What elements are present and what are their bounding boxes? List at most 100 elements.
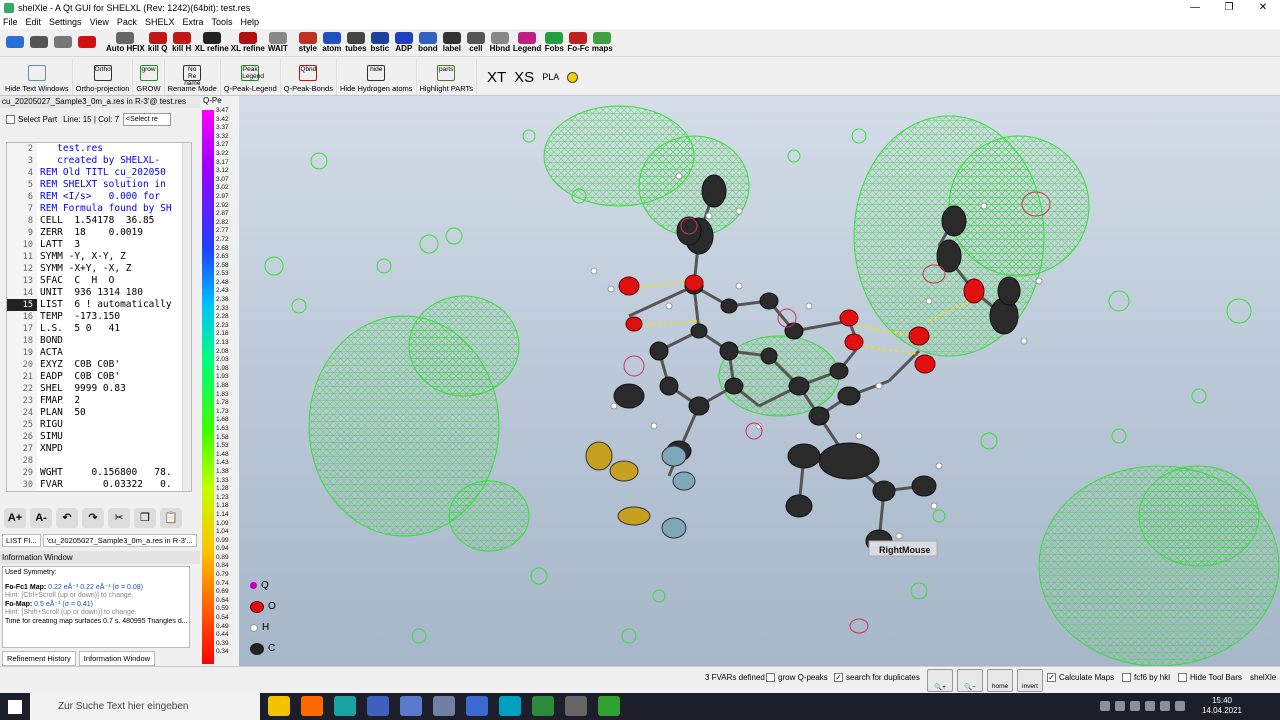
editor-line[interactable]: 9 ZERR 18 0.0019 xyxy=(7,227,191,239)
grow-qpeaks-toggle[interactable]: grow Q-peaks xyxy=(766,673,828,682)
font-increase-button[interactable]: A+ xyxy=(4,508,26,528)
tab-list-file[interactable]: LIST FI... xyxy=(2,534,41,547)
editor-scrollbar[interactable] xyxy=(182,143,191,491)
wait-button[interactable]: WAIT xyxy=(267,31,289,55)
hide-toolbars-toggle[interactable]: Hide Tool Bars xyxy=(1178,673,1242,682)
editor-line[interactable]: 22 SHEL 9999 0.83 xyxy=(7,383,191,395)
editor-line[interactable]: 25 RIGU xyxy=(7,419,191,431)
hide-text-button[interactable]: Hide Text Windows xyxy=(2,59,73,95)
menu-file[interactable]: File xyxy=(3,17,18,27)
app-icon-11[interactable] xyxy=(598,696,620,716)
hbond-button[interactable]: Hbnd xyxy=(489,31,511,55)
cell-button[interactable]: cell xyxy=(465,31,487,55)
editor-line[interactable]: 7 REM Formula found by SH xyxy=(7,203,191,215)
calculate-maps-toggle[interactable]: ✓ Calculate Maps xyxy=(1047,673,1114,682)
menu-help[interactable]: Help xyxy=(240,17,259,27)
taskbar-clock[interactable]: 15:40 14.04.2021 xyxy=(1202,696,1242,716)
fo-fc-button[interactable]: Fo-Fc xyxy=(567,31,589,55)
app-icon-3[interactable] xyxy=(334,696,356,716)
fobs-button[interactable]: Fobs xyxy=(543,31,565,55)
molecule-canvas[interactable]: RightMouse xyxy=(239,96,1280,666)
ortho-button[interactable]: Ortho Ortho-projection xyxy=(73,59,134,95)
copy-icon[interactable]: ❐ xyxy=(134,508,156,528)
maps-button[interactable]: maps xyxy=(591,31,613,55)
windows-start-icon[interactable] xyxy=(8,700,22,714)
label-button[interactable]: label xyxy=(441,31,463,55)
legend-button[interactable]: Legend xyxy=(513,31,541,55)
shelxle-taskbar-icon[interactable] xyxy=(400,696,422,716)
editor-line[interactable]: 29 WGHT 0.156800 78. xyxy=(7,467,191,479)
select-residue-dropdown[interactable]: <Select re xyxy=(123,112,172,126)
editor-line[interactable]: 2 test.res xyxy=(7,143,191,155)
editor-line[interactable]: 30 FVAR 0.03322 0. xyxy=(7,479,191,491)
invert-button[interactable]: invert xyxy=(1017,669,1043,692)
redo-icon[interactable]: ↷ xyxy=(82,508,104,528)
zoom-out-button[interactable]: 🔍− xyxy=(957,669,983,692)
fcf6-by-hkl-toggle[interactable]: fcf6 by hkl xyxy=(1122,673,1170,682)
firefox-icon[interactable] xyxy=(301,696,323,716)
menu-pack[interactable]: Pack xyxy=(117,17,137,27)
save-as-button[interactable] xyxy=(52,31,74,55)
editor-line[interactable]: 8 CELL 1.54178 36.85 xyxy=(7,215,191,227)
tab-res-file[interactable]: 'cu_20205027_Sample3_0m_a.res in R-3'... xyxy=(42,534,197,547)
kill-h-button[interactable]: kill H xyxy=(171,31,193,55)
editor-line[interactable]: 15 LIST 6 ! automatically xyxy=(7,299,191,311)
kill-q-button[interactable]: kill Q xyxy=(147,31,169,55)
maximize-button[interactable]: ❐ xyxy=(1212,0,1246,15)
q-peak-legend-button[interactable]: Peak Legend Q-Peak-Legend xyxy=(221,59,281,95)
xt-button[interactable]: XT xyxy=(487,69,506,86)
app-icon-7[interactable] xyxy=(466,696,488,716)
app-icon-9[interactable] xyxy=(532,696,554,716)
home-button[interactable]: home xyxy=(987,669,1013,692)
editor-line[interactable]: 3 created by SHELXL- xyxy=(7,155,191,167)
font-decrease-button[interactable]: A- xyxy=(30,508,52,528)
zoom-in-button[interactable]: 🔍+ xyxy=(927,669,953,692)
editor-line[interactable]: 28 xyxy=(7,455,191,467)
app-icon-10[interactable] xyxy=(565,696,587,716)
editor-line[interactable]: 24 PLAN 50 xyxy=(7,407,191,419)
auto-hfix-button[interactable]: Auto HFIX xyxy=(106,31,145,55)
paste-icon[interactable]: 📋 xyxy=(160,508,182,528)
editor-line[interactable]: 16 TEMP -173.150 xyxy=(7,311,191,323)
cut-icon[interactable]: ✂ xyxy=(108,508,130,528)
editor-line[interactable]: 12 SYMM -X+Y, -X, Z xyxy=(7,263,191,275)
tab-information-window[interactable]: Information Window xyxy=(78,651,156,666)
tubes-button[interactable]: tubes xyxy=(345,31,367,55)
editor-line[interactable]: 13 SFAC C H O xyxy=(7,275,191,287)
tab-refinement-history[interactable]: Refinement History xyxy=(2,651,76,666)
editor-line[interactable]: 17 L.S. 5 0 41 xyxy=(7,323,191,335)
file-explorer-icon[interactable] xyxy=(268,696,290,716)
res-file-editor[interactable]: 2 test.res 3 created by SHELXL- 4 REM Old T… xyxy=(6,142,192,492)
taskbar-search-input[interactable]: Zur Suche Text hier eingeben xyxy=(30,693,260,720)
lock-icon[interactable] xyxy=(567,71,579,83)
xl-refine-button[interactable]: XL refine xyxy=(195,31,229,55)
app-icon-4[interactable] xyxy=(367,696,389,716)
disordered-atoms[interactable] xyxy=(585,441,696,539)
menu-tools[interactable]: Tools xyxy=(211,17,232,27)
xl-refine-stop-button[interactable]: XL refine xyxy=(231,31,265,55)
parts-button[interactable]: parts Highlight PARTs xyxy=(417,59,477,95)
app-icon-8[interactable] xyxy=(499,696,521,716)
molecule-3d-view[interactable]: RightMouse xyxy=(239,96,1280,666)
hide-hydrogen-button[interactable]: hide Hide Hydrogen atoms xyxy=(337,59,417,95)
style-button[interactable]: style xyxy=(297,31,319,55)
menu-extra[interactable]: Extra xyxy=(182,17,203,27)
save-button[interactable] xyxy=(28,31,50,55)
menu-shelx[interactable]: SHELX xyxy=(145,17,175,27)
stop-button[interactable] xyxy=(76,31,98,55)
search-duplicates-toggle[interactable]: ✓ search for duplicates xyxy=(834,673,920,682)
editor-line[interactable]: 14 UNIT 936 1314 180 xyxy=(7,287,191,299)
undo-icon[interactable]: ↶ xyxy=(56,508,78,528)
editor-line[interactable]: 26 SIMU xyxy=(7,431,191,443)
adp-button[interactable]: ADP xyxy=(393,31,415,55)
menu-edit[interactable]: Edit xyxy=(26,17,42,27)
close-button[interactable]: ✕ xyxy=(1246,0,1280,15)
minimize-button[interactable]: — xyxy=(1178,0,1212,15)
editor-line[interactable]: 23 FMAP 2 xyxy=(7,395,191,407)
editor-line[interactable]: 6 REM <I/s> 0.000 for xyxy=(7,191,191,203)
grow-button[interactable]: grow GROW xyxy=(133,59,165,95)
editor-line[interactable]: 5 REM SHELXT solution in xyxy=(7,179,191,191)
xs-button[interactable]: XS xyxy=(514,69,534,86)
editor-line[interactable]: 4 REM Old TITL cu_202050 xyxy=(7,167,191,179)
pla-button[interactable]: PLA xyxy=(542,72,559,82)
